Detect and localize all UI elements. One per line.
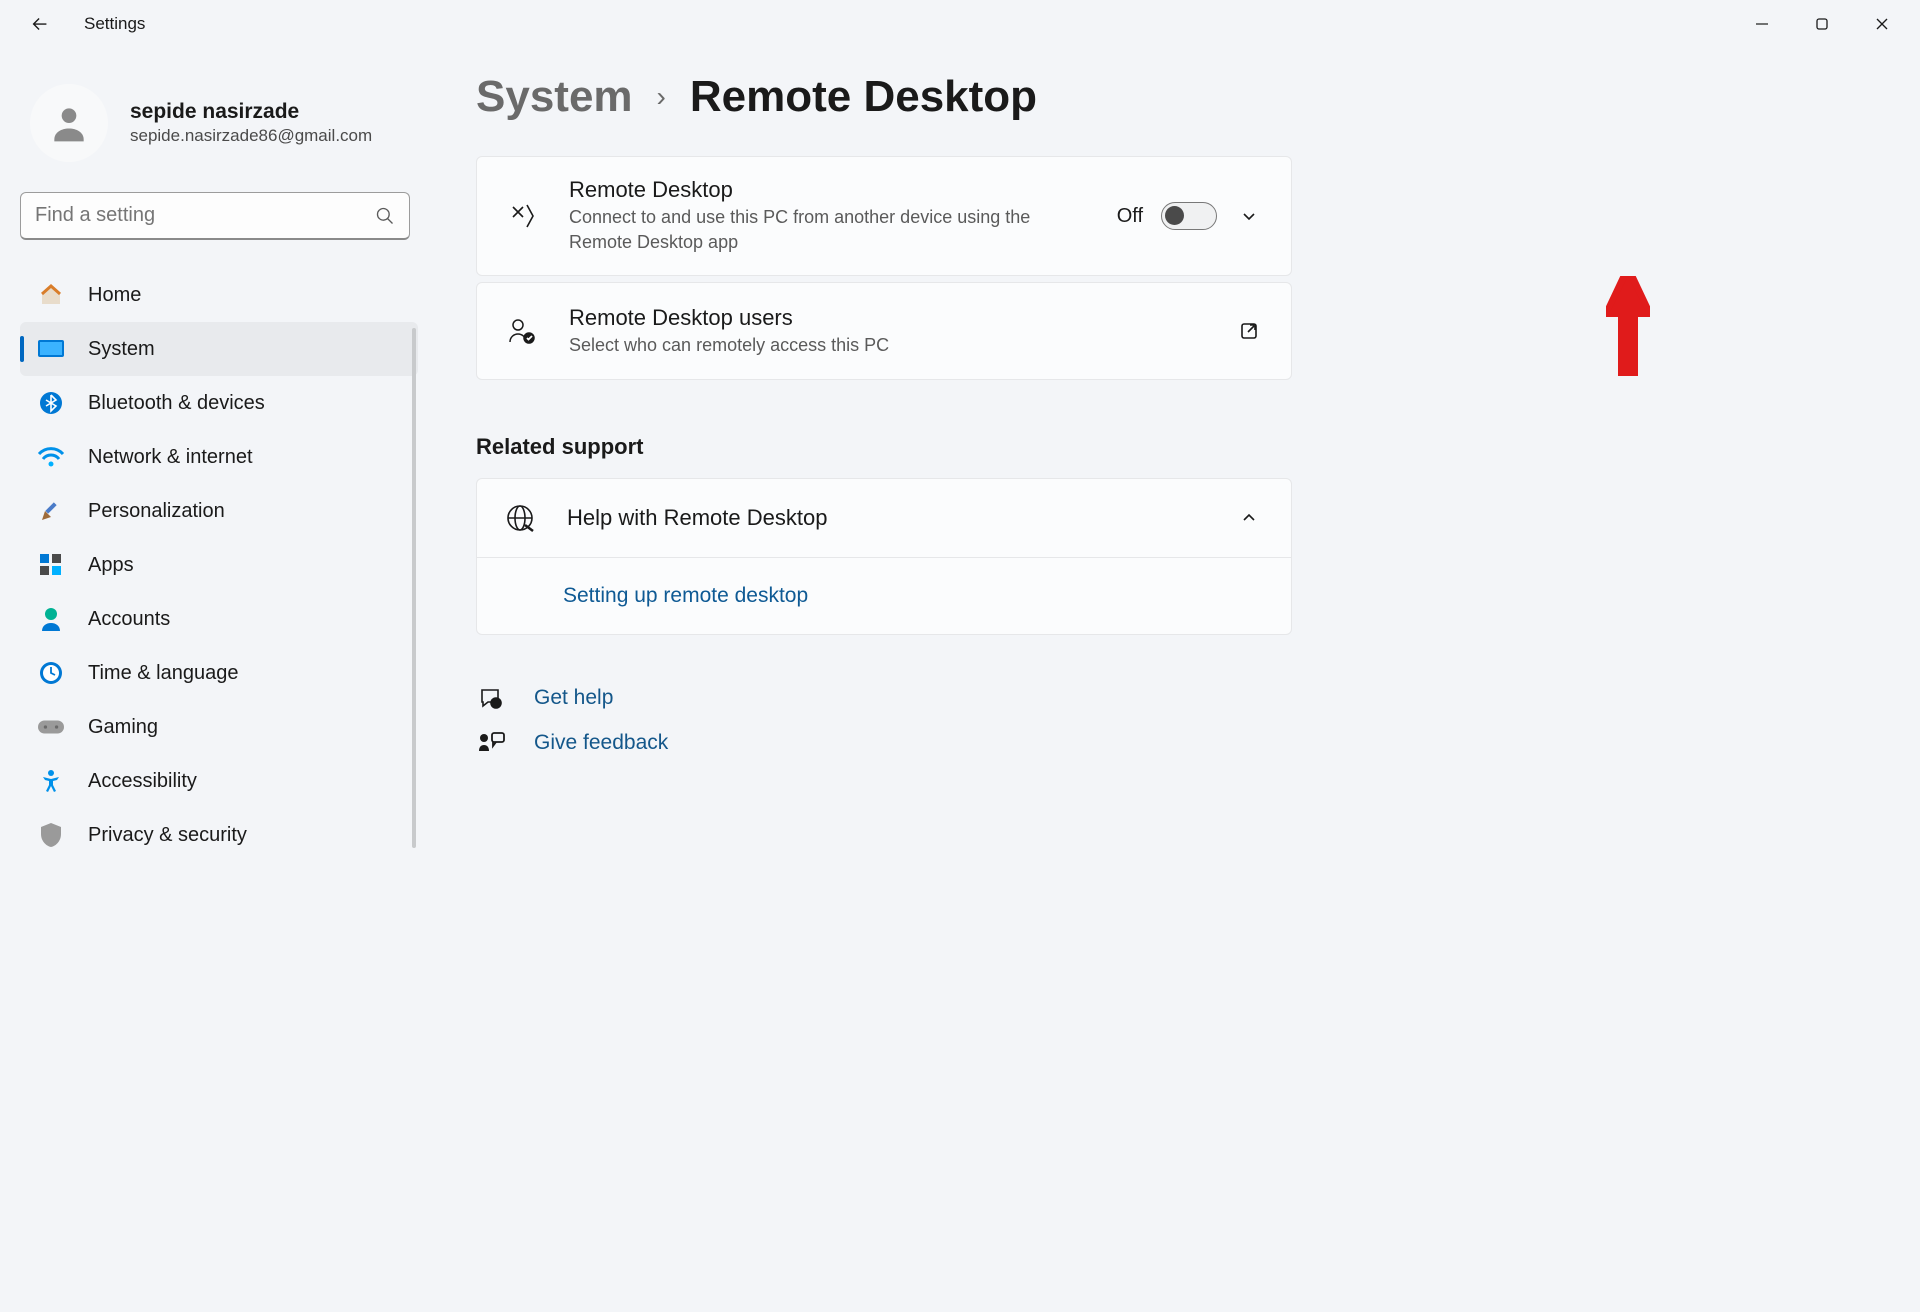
nav-label: Bluetooth & devices	[88, 392, 265, 415]
close-button[interactable]	[1852, 3, 1912, 45]
card-desc: Select who can remotely access this PC	[569, 333, 1205, 358]
get-help-row[interactable]: ? Get help	[476, 675, 1884, 721]
sidebar: sepide nasirzade sepide.nasirzade86@gmai…	[0, 48, 430, 1312]
help-header[interactable]: Help with Remote Desktop	[477, 479, 1291, 558]
nav-label: System	[88, 338, 155, 361]
remote-desktop-icon	[505, 201, 539, 231]
help-title: Help with Remote Desktop	[567, 505, 1203, 531]
user-email: sepide.nasirzade86@gmail.com	[130, 126, 372, 146]
window-title: Settings	[84, 14, 145, 34]
avatar	[30, 84, 108, 162]
search-icon	[375, 206, 395, 226]
get-help-link: Get help	[534, 686, 613, 710]
related-support-heading: Related support	[476, 434, 1884, 460]
card-title: Remote Desktop users	[569, 305, 1205, 331]
nav-item-time[interactable]: Time & language	[20, 646, 418, 700]
back-button[interactable]	[24, 8, 56, 40]
remote-users-card[interactable]: Remote Desktop users Select who can remo…	[476, 282, 1292, 380]
nav-item-apps[interactable]: Apps	[20, 538, 418, 592]
expand-button[interactable]	[1235, 202, 1263, 230]
help-card: Help with Remote Desktop Setting up remo…	[476, 478, 1292, 635]
scrollbar[interactable]	[412, 328, 416, 848]
breadcrumb-parent[interactable]: System	[476, 72, 633, 122]
search-input[interactable]	[20, 192, 410, 240]
nav-item-gaming[interactable]: Gaming	[20, 700, 418, 754]
system-icon	[38, 336, 64, 362]
main-content: System › Remote Desktop Remote Desktop C…	[430, 48, 1920, 1312]
nav-label: Network & internet	[88, 446, 253, 469]
network-icon	[38, 444, 64, 470]
globe-icon	[505, 503, 535, 533]
feedback-icon	[476, 731, 506, 755]
nav-item-home[interactable]: Home	[20, 268, 418, 322]
nav-label: Privacy & security	[88, 824, 247, 847]
nav-label: Apps	[88, 554, 134, 577]
annotation-arrow	[1606, 276, 1650, 376]
bluetooth-icon	[38, 390, 64, 416]
accounts-icon	[38, 606, 64, 632]
privacy-icon	[38, 822, 64, 848]
nav-item-privacy[interactable]: Privacy & security	[20, 808, 418, 862]
remote-desktop-toggle[interactable]	[1161, 202, 1217, 230]
minimize-button[interactable]	[1732, 3, 1792, 45]
breadcrumb: System › Remote Desktop	[476, 72, 1884, 122]
user-name: sepide nasirzade	[130, 100, 372, 124]
apps-icon	[38, 552, 64, 578]
nav-label: Accessibility	[88, 770, 197, 793]
chevron-right-icon: ›	[657, 81, 666, 113]
nav-item-accounts[interactable]: Accounts	[20, 592, 418, 646]
card-desc: Connect to and use this PC from another …	[569, 205, 1087, 255]
time-icon	[38, 660, 64, 686]
nav-label: Home	[88, 284, 141, 307]
card-title: Remote Desktop	[569, 177, 1087, 203]
nav-item-bluetooth[interactable]: Bluetooth & devices	[20, 376, 418, 430]
help-icon: ?	[476, 685, 506, 711]
titlebar: Settings	[0, 0, 1920, 48]
nav-item-network[interactable]: Network & internet	[20, 430, 418, 484]
toggle-label: Off	[1117, 205, 1143, 228]
setup-remote-link[interactable]: Setting up remote desktop	[563, 584, 808, 607]
nav-list: Home System Bluetooth & devices Network …	[20, 260, 430, 862]
nav-item-accessibility[interactable]: Accessibility	[20, 754, 418, 808]
home-icon	[38, 282, 64, 308]
open-external-icon	[1235, 317, 1263, 345]
nav-label: Gaming	[88, 716, 158, 739]
gaming-icon	[38, 714, 64, 740]
svg-text:?: ?	[494, 701, 498, 708]
nav-label: Time & language	[88, 662, 238, 685]
nav-label: Personalization	[88, 500, 225, 523]
users-icon	[505, 316, 539, 346]
collapse-button[interactable]	[1235, 504, 1263, 532]
feedback-link: Give feedback	[534, 731, 668, 755]
maximize-button[interactable]	[1792, 3, 1852, 45]
nav-item-system[interactable]: System	[20, 322, 418, 376]
user-profile[interactable]: sepide nasirzade sepide.nasirzade86@gmai…	[20, 78, 430, 192]
nav-label: Accounts	[88, 608, 170, 631]
personalization-icon	[38, 498, 64, 524]
nav-item-personalization[interactable]: Personalization	[20, 484, 418, 538]
feedback-row[interactable]: Give feedback	[476, 721, 1884, 765]
remote-desktop-card: Remote Desktop Connect to and use this P…	[476, 156, 1292, 276]
accessibility-icon	[38, 768, 64, 794]
breadcrumb-current: Remote Desktop	[690, 72, 1037, 122]
search-field[interactable]	[35, 204, 375, 227]
